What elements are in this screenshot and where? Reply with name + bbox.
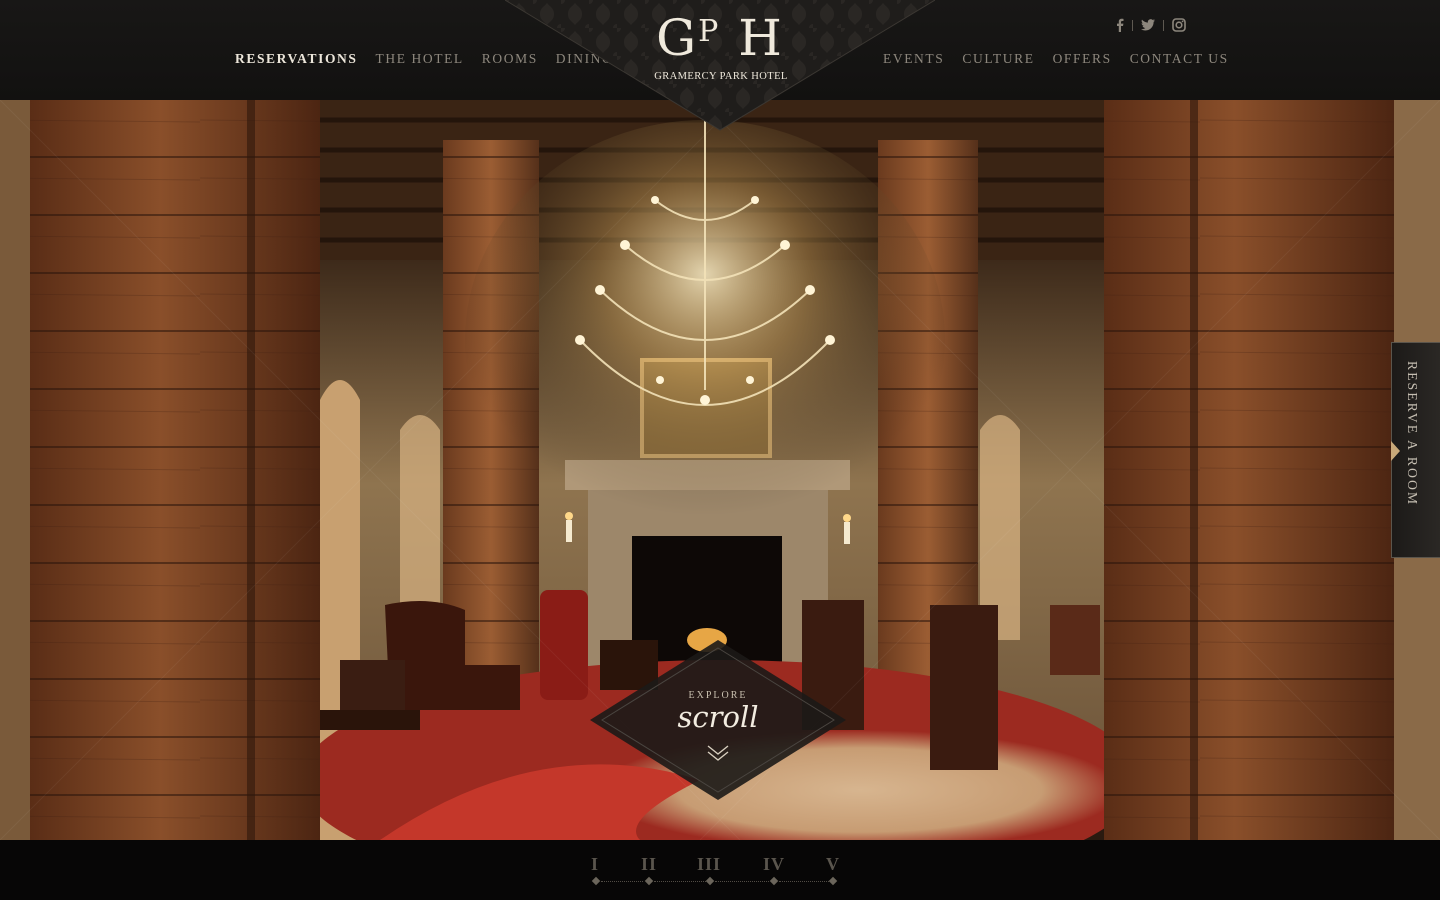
tab-notch-icon bbox=[1391, 441, 1400, 461]
logo-monogram: GP H bbox=[505, 2, 935, 68]
logo-letter-h: H bbox=[738, 9, 784, 67]
pager-dot bbox=[769, 876, 779, 886]
double-chevron-down-icon bbox=[707, 745, 729, 761]
section-pager: I II III IV V bbox=[0, 840, 1440, 900]
explore-scroll-button[interactable]: EXPLORE scroll bbox=[590, 640, 846, 800]
facebook-icon[interactable] bbox=[1116, 18, 1124, 32]
nav-culture[interactable]: CULTURE bbox=[962, 51, 1034, 67]
twitter-icon[interactable] bbox=[1141, 19, 1155, 31]
pager-connector bbox=[715, 881, 769, 882]
nav-reservations[interactable]: RESERVATIONS bbox=[235, 51, 358, 67]
pager-item-1[interactable]: I bbox=[591, 854, 599, 875]
reserve-a-room-tab[interactable]: RESERVE A ROOM bbox=[1391, 342, 1440, 558]
nav-the-hotel[interactable]: THE HOTEL bbox=[376, 51, 464, 67]
social-links bbox=[1116, 18, 1186, 32]
pager-item-4[interactable]: IV bbox=[763, 854, 785, 875]
logo-badge[interactable]: GP H GRAMERCY PARK HOTEL bbox=[505, 0, 935, 132]
social-divider bbox=[1163, 19, 1164, 31]
pager-dot bbox=[591, 876, 601, 886]
logo-wordmark: GRAMERCY PARK HOTEL bbox=[654, 71, 788, 82]
pager-item-5[interactable]: V bbox=[826, 854, 840, 875]
nav-contact-us[interactable]: CONTACT US bbox=[1130, 51, 1229, 67]
logo-letter-g: G bbox=[656, 9, 699, 67]
pager-item-3[interactable]: III bbox=[697, 854, 721, 875]
footer-bar: I II III IV V bbox=[0, 840, 1440, 900]
logo-letter-p: P bbox=[698, 14, 721, 49]
nav-offers[interactable]: OFFERS bbox=[1053, 51, 1112, 67]
pager-connector bbox=[601, 881, 643, 882]
pager-connector bbox=[654, 881, 706, 882]
scroll-label: scroll bbox=[677, 700, 759, 734]
pager-connector bbox=[779, 881, 829, 882]
pager-dot bbox=[705, 876, 715, 886]
reserve-tab-label: RESERVE A ROOM bbox=[1405, 361, 1420, 507]
instagram-icon[interactable] bbox=[1172, 18, 1186, 32]
social-divider bbox=[1132, 19, 1133, 31]
pager-dot bbox=[644, 876, 654, 886]
pager-dot bbox=[828, 876, 838, 886]
pager-item-2[interactable]: II bbox=[641, 854, 657, 875]
